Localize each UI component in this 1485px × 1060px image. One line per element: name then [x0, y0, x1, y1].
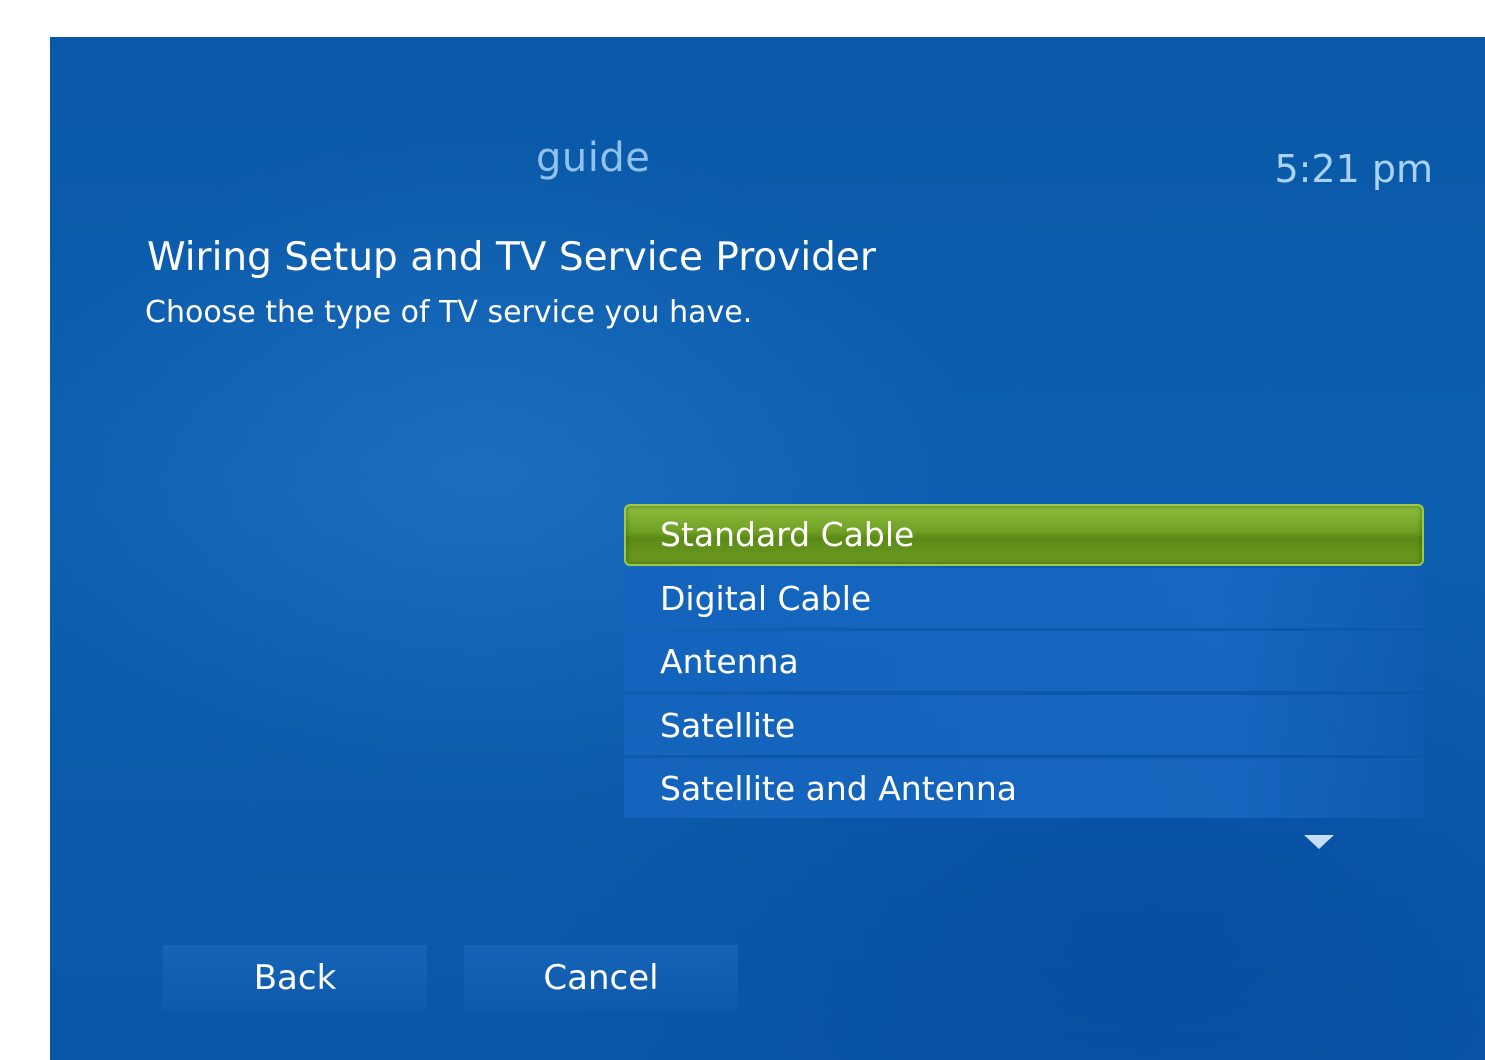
page-title: Wiring Setup and TV Service Provider	[147, 235, 876, 280]
option-satellite-and-antenna[interactable]: Satellite and Antenna	[624, 758, 1424, 818]
option-satellite[interactable]: Satellite	[624, 694, 1424, 755]
media-center-screen: guide 5:21 pm Wiring Setup and TV Servic…	[50, 37, 1485, 1060]
back-button[interactable]: Back	[163, 945, 427, 1011]
chevron-down-icon[interactable]	[1304, 835, 1334, 849]
option-antenna[interactable]: Antenna	[624, 631, 1424, 691]
clock: 5:21 pm	[1274, 147, 1433, 191]
cancel-button[interactable]: Cancel	[464, 945, 738, 1011]
tv-service-options-list: Standard Cable Digital Cable Antenna Sat…	[624, 504, 1424, 822]
option-standard-cable[interactable]: Standard Cable	[624, 504, 1424, 566]
section-title: guide	[536, 135, 651, 181]
option-digital-cable[interactable]: Digital Cable	[624, 567, 1424, 628]
page-subtitle: Choose the type of TV service you have.	[145, 295, 753, 330]
